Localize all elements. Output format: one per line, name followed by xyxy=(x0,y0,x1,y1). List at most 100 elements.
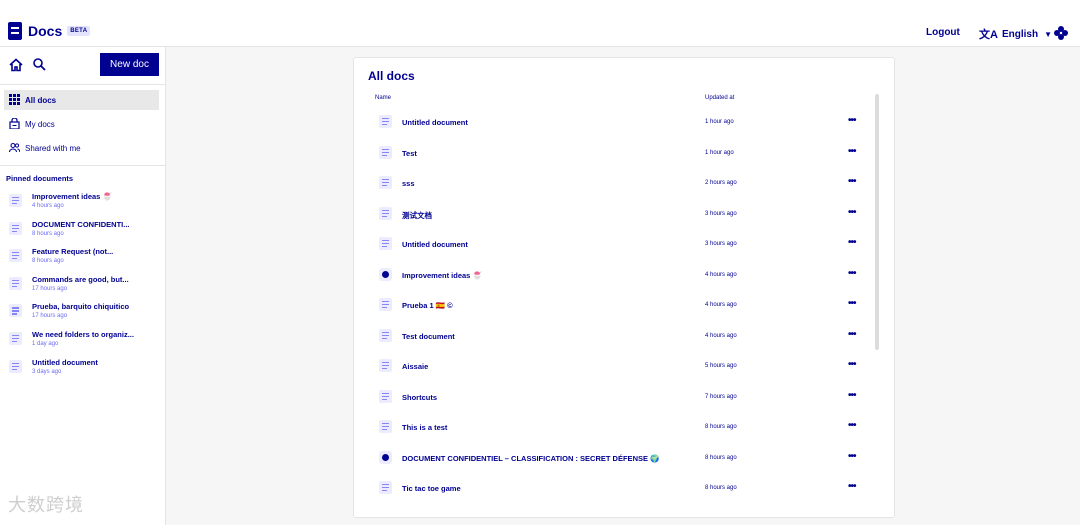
doc-updated: 5 hours ago xyxy=(705,363,737,369)
doc-title: Test xyxy=(402,148,417,158)
document-icon xyxy=(379,145,392,159)
doc-updated: 8 hours ago xyxy=(705,424,737,430)
table-row[interactable]: Prueba 1 🇪🇸 © 4 hours ago ••• xyxy=(354,290,874,321)
chevron-down-icon: ▼ xyxy=(1044,29,1052,39)
more-options-icon[interactable]: ••• xyxy=(848,146,856,157)
more-options-icon[interactable]: ••• xyxy=(848,268,856,279)
doc-updated: 1 hour ago xyxy=(705,119,734,125)
pinned-item[interactable]: Commands are good, but... 17 hours ago xyxy=(0,272,166,300)
pinned-item-time: 4 hours ago xyxy=(32,203,64,209)
table-row[interactable]: Tic tac toe game 8 hours ago ••• xyxy=(354,473,874,504)
more-options-icon[interactable]: ••• xyxy=(848,359,856,370)
pinned-item-title: Commands are good, but... xyxy=(32,274,129,284)
pinned-item-title: Feature Request (not... xyxy=(32,247,114,257)
doc-title: Shortcuts xyxy=(402,392,438,402)
table-row[interactable]: This is a test 8 hours ago ••• xyxy=(354,412,874,443)
pinned-item-time: 17 hours ago xyxy=(32,285,68,292)
doc-updated: 3 hours ago xyxy=(705,241,737,247)
table-row[interactable]: Untitled document 3 hours ago ••• xyxy=(354,229,874,260)
users-icon xyxy=(9,142,20,153)
all-docs-panel: All docs Name Updated at Untitled docume… xyxy=(353,57,895,518)
doc-title: Prueba 1 🇪🇸 © xyxy=(402,301,453,310)
document-icon xyxy=(379,389,392,403)
pinned-item[interactable]: Untitled document 3 days ago xyxy=(0,355,166,383)
table-row[interactable]: Improvement ideas 🍧 4 hours ago ••• xyxy=(354,260,874,291)
table-row[interactable]: Shortcuts 7 hours ago ••• xyxy=(354,382,874,413)
doc-updated: 7 hours ago xyxy=(705,393,737,400)
page-title: All docs xyxy=(368,69,415,83)
app-name: Docs xyxy=(28,23,63,39)
pinned-item[interactable]: Prueba, barquito chiquitico 17 hours ago xyxy=(0,299,166,327)
more-options-icon[interactable]: ••• xyxy=(848,451,856,462)
more-options-icon[interactable]: ••• xyxy=(848,481,856,492)
pinned-item-title: Untitled document xyxy=(32,357,98,367)
document-icon xyxy=(9,276,22,290)
scrollbar-thumb[interactable] xyxy=(875,94,879,350)
doc-updated: 1 hour ago xyxy=(705,149,734,156)
document-icon xyxy=(9,331,22,345)
more-options-icon[interactable]: ••• xyxy=(848,207,856,218)
table-row[interactable]: DOCUMENT CONFIDENTIEL – CLASSIFICATION :… xyxy=(354,443,874,474)
doc-title: Test document xyxy=(402,331,455,341)
docs-logo-icon xyxy=(8,22,22,40)
pinned-item-title: We need folders to organiz... xyxy=(32,329,134,339)
sidebar: New doc All docs My docs Shared with me … xyxy=(0,47,166,525)
pinned-item-title: DOCUMENT CONFIDENTI... xyxy=(32,219,130,229)
search-icon[interactable] xyxy=(32,57,46,71)
sidebar-item-all-docs[interactable]: All docs xyxy=(4,90,159,110)
pinned-item-title: Prueba, barquito chiquitico xyxy=(32,302,130,312)
more-options-icon[interactable]: ••• xyxy=(848,237,856,248)
translate-icon: 文A xyxy=(979,29,998,41)
pinned-item[interactable]: We need folders to organiz... 1 day ago xyxy=(0,327,166,355)
pinned-item-time: 3 days ago xyxy=(32,368,62,375)
pinned-item[interactable]: Improvement ideas 🍧 4 hours ago xyxy=(0,189,166,217)
logout-button[interactable]: Logout xyxy=(926,27,960,38)
table-row[interactable]: Test document 4 hours ago ••• xyxy=(354,321,874,352)
table-row[interactable]: 测试文档 3 hours ago ••• xyxy=(354,199,874,230)
language-label: English xyxy=(1001,28,1039,40)
more-options-icon[interactable]: ••• xyxy=(848,420,856,431)
document-icon xyxy=(379,176,392,189)
table-row[interactable]: sss 2 hours ago ••• xyxy=(354,168,874,199)
column-header-updated[interactable]: Updated at xyxy=(705,95,734,101)
grid-icon xyxy=(9,94,20,105)
app-logo[interactable]: Docs BETA xyxy=(8,22,91,40)
document-icon xyxy=(379,237,392,250)
home-icon[interactable] xyxy=(9,58,23,72)
sidebar-item-my-docs[interactable]: My docs xyxy=(4,114,159,134)
top-header: Docs BETA Logout 文A English ▼ xyxy=(0,0,1080,47)
sidebar-toolbar: New doc xyxy=(0,47,166,85)
table-row[interactable]: Test 1 hour ago ••• xyxy=(354,138,874,169)
document-icon xyxy=(379,206,392,220)
document-icon xyxy=(379,359,392,372)
doc-title: Aissaie xyxy=(402,362,429,371)
table-row[interactable]: Untitled document 1 hour ago ••• xyxy=(354,107,874,138)
doc-title: 测试文档 xyxy=(402,210,432,220)
pinned-item[interactable]: DOCUMENT CONFIDENTI... 8 hours ago xyxy=(0,217,166,245)
shared-document-icon xyxy=(379,450,392,464)
more-options-icon[interactable]: ••• xyxy=(848,176,856,187)
language-selector[interactable]: 文A English ▼ xyxy=(979,26,1052,42)
sidebar-item-label: Shared with me xyxy=(25,143,81,153)
beta-badge: BETA xyxy=(67,26,91,36)
sidebar-item-shared[interactable]: Shared with me xyxy=(4,138,159,158)
doc-updated: 8 hours ago xyxy=(705,454,737,461)
column-header-name[interactable]: Name xyxy=(375,95,391,101)
gauffre-icon[interactable] xyxy=(1054,26,1068,40)
doc-updated: 8 hours ago xyxy=(705,485,737,491)
document-icon xyxy=(9,221,22,235)
pinned-item[interactable]: Feature Request (not... 8 hours ago xyxy=(0,244,166,272)
lock-doc-icon xyxy=(9,118,20,129)
more-options-icon[interactable]: ••• xyxy=(848,298,856,309)
document-icon xyxy=(379,298,392,311)
document-icon xyxy=(379,420,392,433)
more-options-icon[interactable]: ••• xyxy=(848,390,856,401)
new-doc-button[interactable]: New doc xyxy=(100,53,159,76)
doc-title: Improvement ideas 🍧 xyxy=(402,270,482,280)
more-options-icon[interactable]: ••• xyxy=(848,115,856,126)
more-options-icon[interactable]: ••• xyxy=(848,329,856,340)
table-row[interactable]: Aissaie 5 hours ago ••• xyxy=(354,351,874,382)
doc-updated: 4 hours ago xyxy=(705,271,737,278)
doc-updated: 4 hours ago xyxy=(705,332,737,339)
sidebar-divider xyxy=(0,165,166,166)
